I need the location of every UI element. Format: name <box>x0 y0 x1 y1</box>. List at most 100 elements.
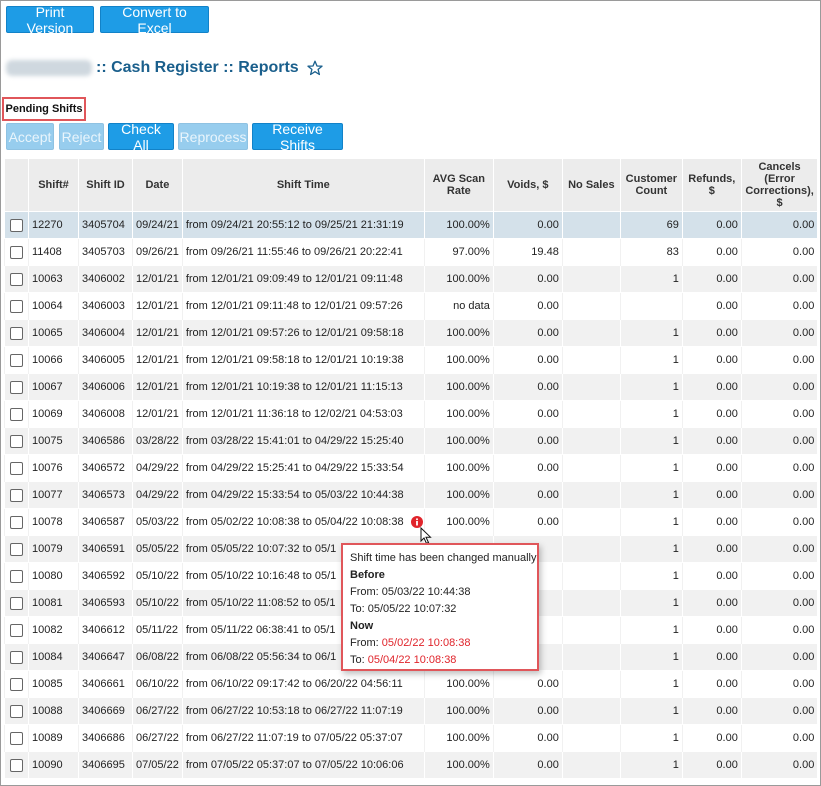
cell-count: 1 <box>619 508 683 536</box>
cell-date: 06/08/22 <box>132 643 183 671</box>
row-checkbox[interactable] <box>10 434 23 448</box>
row-checkbox[interactable] <box>10 488 23 502</box>
cell-count: 1 <box>619 535 683 563</box>
cell-shift: 10067 <box>28 373 79 401</box>
cell-id: 3406008 <box>78 400 133 428</box>
cell-voids: 0.00 <box>492 292 563 320</box>
star-icon[interactable] <box>307 60 323 76</box>
cell-cancels: 0.00 <box>740 454 818 482</box>
cell-id: 3406003 <box>78 292 133 320</box>
reject-button[interactable]: Reject <box>59 123 104 150</box>
row-checkbox-cell <box>4 697 29 725</box>
cell-nosales <box>561 265 621 293</box>
row-checkbox[interactable] <box>10 623 23 637</box>
cell-time: from 05/02/22 10:08:38 to 05/04/22 10:08… <box>181 508 425 536</box>
table-row[interactable]: 10065 3406004 12/01/21 from 12/01/21 09:57:… <box>4 319 818 347</box>
store-name-blurred <box>6 60 92 76</box>
table-row[interactable]: 11408 3405703 09/26/21 from 09/26/21 11:55:… <box>4 238 818 266</box>
cell-nosales <box>561 292 621 320</box>
table-row[interactable]: 10085 3406661 06/10/22 from 06/10/22 09:17:… <box>4 670 818 698</box>
reprocess-button[interactable]: Reprocess <box>178 123 248 150</box>
cell-id: 3406005 <box>78 346 133 374</box>
cell-refunds: 0.00 <box>681 616 742 644</box>
table-row[interactable]: 10089 3406686 06/27/22 from 06/27/22 11:07:… <box>4 724 818 752</box>
column-header[interactable]: Refunds, $ <box>681 159 742 212</box>
row-checkbox[interactable] <box>10 677 23 691</box>
row-checkbox[interactable] <box>10 596 23 610</box>
column-header[interactable]: Shift ID <box>78 159 133 212</box>
check-all-button[interactable]: Check All <box>108 121 174 153</box>
table-row[interactable]: 10090 3406695 07/05/22 from 07/05/22 05:37:… <box>4 751 818 778</box>
accept-button[interactable]: Accept <box>6 123 54 150</box>
table-row[interactable]: 10067 3406006 12/01/21 from 12/01/21 10:19:… <box>4 373 818 401</box>
table-row[interactable]: 10088 3406669 06/27/22 from 06/27/22 10:53:… <box>4 697 818 725</box>
row-checkbox[interactable] <box>10 407 23 421</box>
cell-time: from 07/05/22 05:37:07 to 07/05/22 10:06… <box>181 751 425 778</box>
row-checkbox-cell <box>4 481 29 509</box>
row-checkbox[interactable] <box>10 758 23 772</box>
cell-cancels: 0.00 <box>740 697 818 725</box>
row-checkbox[interactable] <box>10 299 23 313</box>
row-checkbox[interactable] <box>10 569 23 583</box>
print-version-button[interactable]: Print Version <box>6 4 94 36</box>
row-checkbox[interactable] <box>10 650 23 664</box>
cell-time: from 03/28/22 15:41:01 to 04/29/22 15:25… <box>181 427 425 455</box>
receive-shifts-button[interactable]: Receive Shifts <box>252 121 343 153</box>
column-header[interactable]: Voids, $ <box>492 159 563 212</box>
cell-shift: 11408 <box>28 238 79 266</box>
cell-avg: 97.00% <box>423 238 494 266</box>
row-checkbox[interactable] <box>10 461 23 475</box>
cell-refunds: 0.00 <box>681 724 742 752</box>
row-checkbox[interactable] <box>10 245 23 259</box>
column-header[interactable]: Shift Time <box>181 159 425 212</box>
row-checkbox[interactable] <box>10 272 23 286</box>
cell-avg: 100.00% <box>423 454 494 482</box>
row-checkbox[interactable] <box>10 353 23 367</box>
cell-refunds: 0.00 <box>681 319 742 347</box>
table-row[interactable]: 10066 3406005 12/01/21 from 12/01/21 09:58:… <box>4 346 818 374</box>
cell-cancels: 0.00 <box>740 346 818 374</box>
row-checkbox[interactable] <box>10 704 23 718</box>
cell-count: 1 <box>619 643 683 671</box>
convert-to-excel-button[interactable]: Convert to Excel <box>100 4 209 36</box>
table-row[interactable]: 10076 3406572 04/29/22 from 04/29/22 15:25:… <box>4 454 818 482</box>
cell-nosales <box>561 319 621 347</box>
cell-id: 3405703 <box>78 238 133 266</box>
row-checkbox[interactable] <box>10 218 23 232</box>
cell-count: 1 <box>619 373 683 401</box>
row-checkbox[interactable] <box>10 542 23 556</box>
column-header[interactable]: Cancels (Error Corrections), $ <box>740 159 818 212</box>
table-row[interactable]: 10063 3406002 12/01/21 from 12/01/21 09:09:… <box>4 265 818 293</box>
shifts-table: Shift# Shift ID Date Shift Time AVG Scan… <box>4 159 818 778</box>
row-checkbox[interactable] <box>10 731 23 745</box>
column-header[interactable]: Customer Count <box>619 159 683 212</box>
cell-count: 1 <box>619 427 683 455</box>
cell-shift: 10089 <box>28 724 79 752</box>
column-header[interactable]: Date <box>132 159 183 212</box>
row-checkbox[interactable] <box>10 326 23 340</box>
table-row[interactable]: 10075 3406586 03/28/22 from 03/28/22 15:41:… <box>4 427 818 455</box>
cell-cancels: 0.00 <box>740 292 818 320</box>
cell-shift: 10081 <box>28 589 79 617</box>
cell-date: 05/05/22 <box>132 535 183 563</box>
table-row[interactable]: 10069 3406008 12/01/21 from 12/01/21 11:36:… <box>4 400 818 428</box>
cell-time: from 04/29/22 15:33:54 to 05/03/22 10:44… <box>181 481 425 509</box>
table-row[interactable]: 10077 3406573 04/29/22 from 04/29/22 15:33:… <box>4 481 818 509</box>
column-header[interactable]: AVG Scan Rate <box>423 159 494 212</box>
row-checkbox-cell <box>4 562 29 590</box>
table-row[interactable]: 10064 3406003 12/01/21 from 12/01/21 09:11:… <box>4 292 818 320</box>
row-checkbox-cell <box>4 616 29 644</box>
row-checkbox[interactable] <box>10 515 23 529</box>
column-header[interactable]: No Sales <box>561 159 621 212</box>
cell-date: 04/29/22 <box>132 454 183 482</box>
cell-voids: 0.00 <box>492 697 563 725</box>
cell-count: 1 <box>619 697 683 725</box>
cell-count: 1 <box>619 562 683 590</box>
table-row[interactable]: 12270 3405704 09/24/21 from 09/24/21 20:55:… <box>4 211 818 239</box>
row-checkbox[interactable] <box>10 380 23 394</box>
cell-time: from 06/27/22 10:53:18 to 06/27/22 11:07… <box>181 697 425 725</box>
cell-nosales <box>561 562 621 590</box>
cell-date: 09/24/21 <box>132 211 183 239</box>
cell-date: 04/29/22 <box>132 481 183 509</box>
column-header[interactable]: Shift# <box>28 159 79 212</box>
